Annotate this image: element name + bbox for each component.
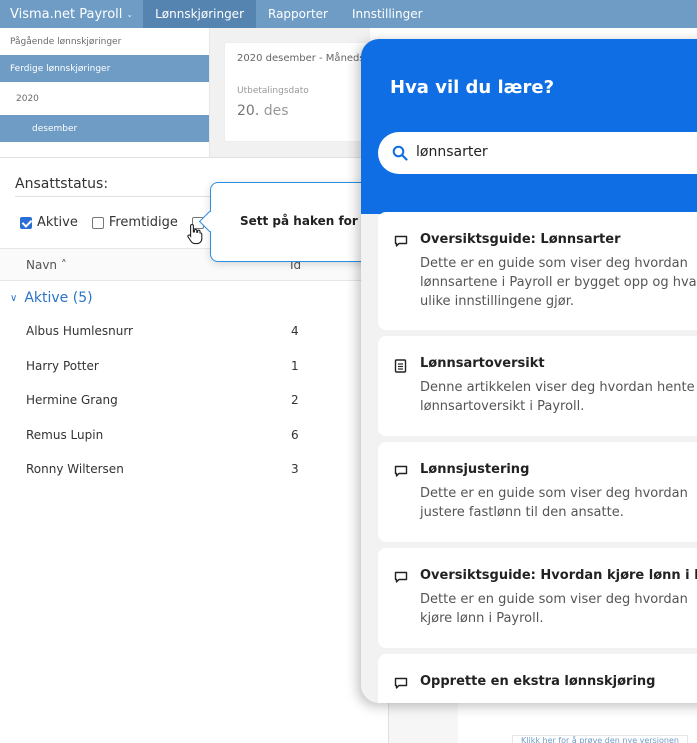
search-icon xyxy=(392,145,408,161)
chat-icon xyxy=(394,235,408,247)
column-name-header[interactable]: Navn ˄ xyxy=(26,258,67,272)
chat-icon xyxy=(394,465,408,477)
active-checkbox[interactable] xyxy=(20,216,32,229)
app-brand-menu[interactable]: Visma.net Payroll ⌄ xyxy=(0,0,143,28)
chat-icon xyxy=(394,571,408,583)
result-title: Lønnsjustering xyxy=(420,462,530,477)
group-active[interactable]: ∨ Aktive (5) xyxy=(10,290,93,306)
table-row[interactable]: Hermine Grang 2 xyxy=(0,387,388,422)
employee-id: 1 xyxy=(291,358,299,373)
result-item[interactable]: Lønnsjustering Dette er en guide som vis… xyxy=(378,442,697,542)
result-title: Opprette en ekstra lønnskjøring xyxy=(420,674,656,689)
divider xyxy=(15,196,215,197)
result-title: Oversiktsguide: Lønnsarter xyxy=(420,232,621,247)
app-brand-label: Visma.net Payroll xyxy=(10,6,123,22)
search-query: lønnsarter xyxy=(416,144,488,160)
chevron-down-icon: ∨ xyxy=(10,292,18,304)
result-item[interactable]: Opprette en ekstra lønnskjøring xyxy=(378,654,697,703)
employee-list: Albus Humlesnurr 4 Harry Potter 1 Hermine … xyxy=(0,318,388,491)
employee-id: 4 xyxy=(291,324,299,338)
tab-innstillinger[interactable]: Innstillinger xyxy=(340,0,435,28)
chat-icon xyxy=(394,677,408,689)
help-panel: Hva vil du lære? lønnsarter Oversiktsgui… xyxy=(361,39,697,703)
table-row[interactable]: Harry Potter 1 xyxy=(0,353,388,388)
result-title: Lønnsartoversikt xyxy=(420,356,545,371)
help-search-input[interactable]: lønnsarter xyxy=(378,132,697,174)
payrun-title: 2020 desember - Månedsl xyxy=(237,53,368,64)
employee-name: Albus Humlesnurr xyxy=(26,324,133,338)
employee-name: Remus Lupin xyxy=(26,427,104,442)
tab-rapporter[interactable]: Rapporter xyxy=(256,0,340,28)
status-filters: Aktive Fremtidige xyxy=(20,215,209,230)
payout-date-value: 20. des xyxy=(237,103,289,119)
employee-name: Ronny Wiltersen xyxy=(26,462,124,476)
employee-name: Hermine Grang xyxy=(26,393,118,407)
result-item[interactable]: Oversiktsguide: Lønnsarter Dette er en g… xyxy=(378,212,697,330)
tree-item-pagaende[interactable]: Pågående lønnskjøringer xyxy=(0,28,209,55)
table-row[interactable]: Ronny Wiltersen 3 xyxy=(0,456,388,491)
result-item[interactable]: Oversiktsguide: Hvordan kjøre lønn i Pay… xyxy=(378,548,697,648)
tree-item-month[interactable]: desember xyxy=(0,115,209,142)
result-desc: Dette er en guide som viser deg hvordan … xyxy=(420,486,688,520)
result-desc: Denne artikkelen viser deg hvordan hente… xyxy=(420,380,695,414)
help-results: Oversiktsguide: Lønnsarter Dette er en g… xyxy=(378,212,697,703)
help-title: Hva vil du lære? xyxy=(390,77,555,98)
hand-cursor-icon xyxy=(187,223,203,245)
employee-id: 2 xyxy=(291,393,299,407)
chevron-down-icon: ⌄ xyxy=(126,9,134,19)
table-row[interactable]: Remus Lupin 6 xyxy=(0,422,388,457)
group-label: Aktive (5) xyxy=(24,290,93,306)
result-title: Oversiktsguide: Hvordan kjøre lønn i Pay… xyxy=(420,568,697,583)
result-item[interactable]: Lønnsartoversikt Denne artikkelen viser … xyxy=(378,336,697,436)
future-checkbox-label: Fremtidige xyxy=(108,215,178,230)
employee-id: 3 xyxy=(291,462,299,476)
tree-item-year[interactable]: 2020 xyxy=(0,82,209,115)
tab-lonnskjoringer[interactable]: Lønnskjøringer xyxy=(143,0,256,28)
result-desc: Dette er en guide som viser deg hvordan … xyxy=(420,256,697,309)
payrun-tree: Pågående lønnskjøringer Ferdige lønnskjø… xyxy=(0,28,210,157)
sort-asc-icon: ˄ xyxy=(60,258,67,272)
tree-item-ferdige[interactable]: Ferdige lønnskjøringer xyxy=(0,55,209,82)
result-desc: Dette er en guide som viser deg hvordan … xyxy=(420,592,688,626)
table-row[interactable]: Albus Humlesnurr 4 xyxy=(0,318,388,353)
payout-date-label: Utbetalingsdato xyxy=(237,86,309,96)
future-checkbox[interactable] xyxy=(91,216,104,229)
employee-name: Harry Potter xyxy=(26,358,99,373)
employee-id: 6 xyxy=(291,427,299,442)
active-checkbox-label: Aktive xyxy=(37,215,78,230)
help-header: Hva vil du lære? lønnsarter xyxy=(361,39,697,214)
employee-status-title: Ansattstatus: xyxy=(15,176,109,192)
top-nav: Visma.net Payroll ⌄ Lønnskjøringer Rappo… xyxy=(0,0,697,28)
payrun-card[interactable]: 2020 desember - Månedsl Utbetalingsdato … xyxy=(224,42,384,142)
try-new-version-link[interactable]: Klikk her for å prøve den nye versjonen xyxy=(512,735,688,743)
document-icon xyxy=(394,359,407,373)
